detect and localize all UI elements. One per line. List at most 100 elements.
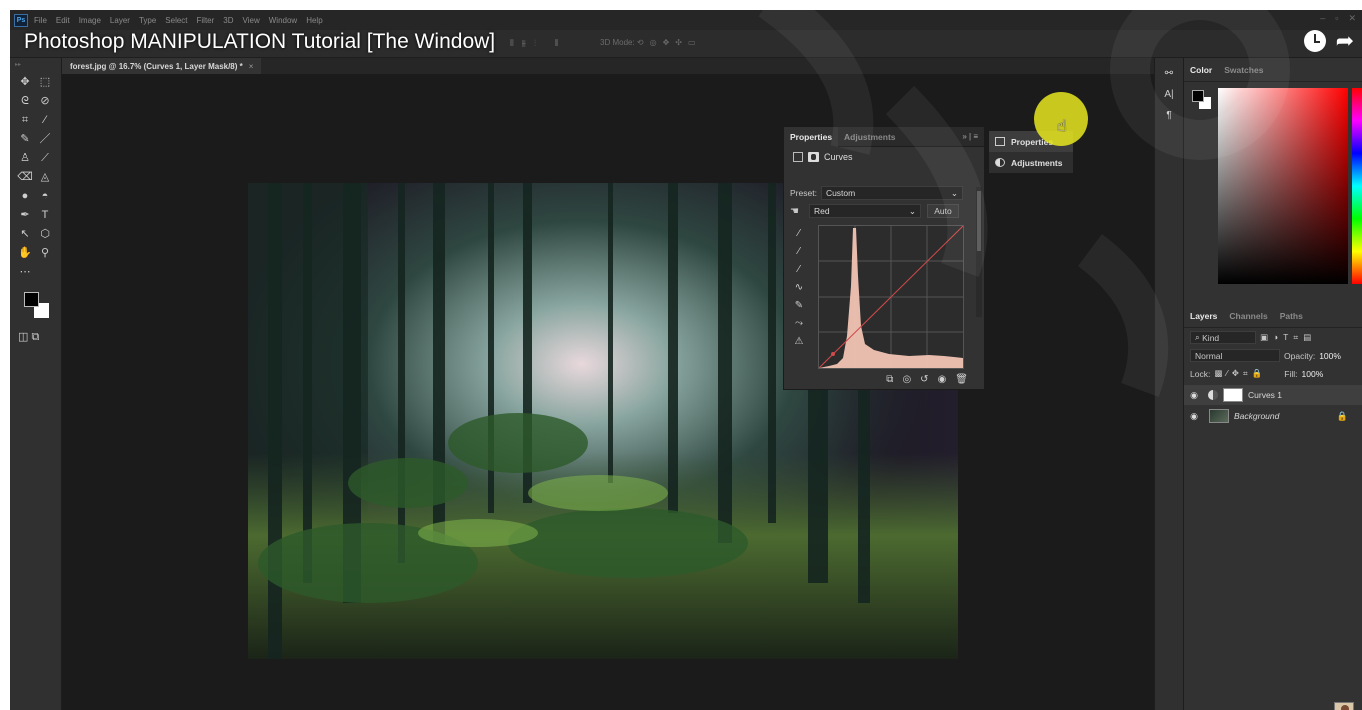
menu-type[interactable]: Type: [139, 16, 156, 25]
auto-button[interactable]: Auto: [926, 204, 959, 218]
share-icon[interactable]: ➦: [1336, 30, 1354, 52]
eye-icon[interactable]: ◉: [1184, 411, 1204, 422]
lock-icon[interactable]: 🔒: [1337, 411, 1348, 422]
preset-select[interactable]: Custom ⌄: [820, 186, 963, 200]
restore-icon[interactable]: ▫: [1335, 13, 1338, 24]
shape-tool-icon[interactable]: ⬡: [36, 228, 54, 241]
menu-image[interactable]: Image: [79, 16, 101, 25]
channel-select[interactable]: Red ⌄: [808, 204, 921, 218]
character-icon[interactable]: A|: [1155, 89, 1183, 100]
clone-stamp-tool-icon[interactable]: ♙: [16, 152, 34, 165]
history-icon[interactable]: ⚯: [1155, 68, 1183, 79]
filter-type-icons[interactable]: ▣◑T⌗▤: [1260, 332, 1316, 343]
visibility-icon[interactable]: ◉: [938, 374, 947, 385]
menu-window[interactable]: Window: [269, 16, 297, 25]
move-tool-icon[interactable]: ✥: [16, 76, 34, 89]
eraser-tool-icon[interactable]: ⌫: [16, 171, 34, 184]
white-point-eyedropper-icon[interactable]: ⁄: [792, 263, 806, 277]
type-tool-icon[interactable]: T: [36, 209, 54, 222]
menu-3d[interactable]: 3D: [223, 16, 233, 25]
target-adjust-icon[interactable]: ☚: [790, 206, 799, 217]
healing-brush-tool-icon[interactable]: ✎: [16, 133, 34, 146]
close-tab-icon[interactable]: ×: [249, 62, 254, 71]
popup-item-adjustments[interactable]: Adjustments: [989, 152, 1073, 173]
tab-adjustments[interactable]: Adjustments: [838, 127, 901, 147]
curves-graph-svg: [818, 225, 964, 369]
tab-paths[interactable]: Paths: [1274, 311, 1309, 321]
fill-value[interactable]: 100%: [1302, 369, 1324, 379]
kind-label: Kind: [1202, 332, 1220, 343]
gray-point-eyedropper-icon[interactable]: ⁄: [792, 245, 806, 259]
minimize-icon[interactable]: –: [1320, 13, 1325, 24]
clipping-warning-icon[interactable]: ⚠: [792, 335, 806, 349]
menu-filter[interactable]: Filter: [197, 16, 215, 25]
document-tab[interactable]: forest.jpg @ 16.7% (Curves 1, Layer Mask…: [62, 58, 262, 74]
more-tools-icon[interactable]: ⋯: [16, 266, 34, 279]
quick-mask-icon[interactable]: ◫ ⧉: [18, 330, 39, 344]
path-selection-tool-icon[interactable]: ↖: [16, 228, 34, 241]
layer-mask-icon[interactable]: [808, 152, 819, 162]
properties-header: Curves: [784, 147, 984, 167]
align-distribute-icons[interactable]: ⫴⫵⫶ ⦀: [510, 38, 567, 49]
panel-menu-icon[interactable]: » | ≡: [962, 132, 978, 141]
curves-adjustment-icon[interactable]: [793, 152, 803, 162]
black-point-eyedropper-icon[interactable]: ⁄: [792, 227, 806, 241]
smooth-curve-icon[interactable]: ⤳: [792, 317, 806, 331]
opacity-value[interactable]: 100%: [1319, 351, 1341, 361]
lasso-tool-icon[interactable]: ᘓ: [16, 95, 34, 108]
layer-mask-thumbnail[interactable]: [1223, 388, 1243, 402]
close-icon[interactable]: ✕: [1348, 13, 1356, 24]
reset-icon[interactable]: ↺: [920, 374, 928, 385]
tab-layers[interactable]: Layers: [1184, 311, 1223, 321]
eye-icon[interactable]: ◉: [1184, 390, 1204, 401]
layer-row-curves[interactable]: ◉ Curves 1: [1184, 385, 1362, 405]
lock-label: Lock:: [1190, 368, 1211, 379]
pencil-draw-icon[interactable]: ✎: [792, 299, 806, 313]
tab-channels[interactable]: Channels: [1223, 311, 1273, 321]
color-picker-field[interactable]: [1218, 88, 1348, 284]
3d-mode-icons[interactable]: ⟲◎✥✣▭: [637, 38, 702, 47]
popup-item-label: Adjustments: [1011, 157, 1063, 168]
tab-swatches[interactable]: Swatches: [1218, 65, 1269, 75]
pen-tool-icon[interactable]: ✒: [16, 209, 34, 222]
layer-kind-select[interactable]: ⌕ Kind: [1190, 331, 1256, 344]
tab-color[interactable]: Color: [1184, 65, 1218, 75]
brush-tool-icon[interactable]: ／: [36, 133, 54, 146]
quick-select-tool-icon[interactable]: ⊘: [36, 95, 54, 108]
menu-layer[interactable]: Layer: [110, 16, 130, 25]
history-brush-tool-icon[interactable]: ⟋: [36, 152, 54, 165]
dodge-tool-icon[interactable]: ◓: [36, 190, 54, 203]
menu-help[interactable]: Help: [306, 16, 322, 25]
menu-select[interactable]: Select: [165, 16, 187, 25]
curve-points-icon[interactable]: ∿: [792, 281, 806, 295]
clip-to-layer-icon[interactable]: ⧉: [886, 374, 893, 385]
view-previous-state-icon[interactable]: ◎: [902, 374, 911, 385]
panel-grip-icon[interactable]: ▸▸: [15, 61, 61, 68]
trash-icon[interactable]: 🗑: [955, 374, 968, 385]
marquee-tool-icon[interactable]: ⬚: [36, 76, 54, 89]
layer-thumbnail[interactable]: [1209, 409, 1229, 423]
curves-graph[interactable]: [818, 225, 964, 369]
color-panel-foreground[interactable]: [1192, 90, 1204, 102]
crop-tool-icon[interactable]: ⌗: [16, 114, 34, 127]
blur-tool-icon[interactable]: ●: [16, 190, 34, 203]
eyedropper-tool-icon[interactable]: ⁄: [36, 114, 54, 127]
hue-slider[interactable]: [1352, 88, 1362, 284]
menu-view[interactable]: View: [243, 16, 260, 25]
menu-file[interactable]: File: [34, 16, 47, 25]
tab-properties[interactable]: Properties: [784, 126, 839, 147]
fill-label: Fill:: [1284, 368, 1298, 379]
zoom-tool-icon[interactable]: ⚲: [36, 247, 54, 260]
hand-tool-icon[interactable]: ✋: [16, 247, 34, 260]
menu-edit[interactable]: Edit: [56, 16, 70, 25]
blend-mode-select[interactable]: Normal: [1190, 349, 1280, 362]
properties-scrollbar[interactable]: [976, 187, 982, 317]
foreground-color-swatch[interactable]: [24, 292, 39, 307]
avatar: [1334, 702, 1354, 710]
paint-bucket-tool-icon[interactable]: ◬: [36, 171, 54, 184]
lock-icons[interactable]: ▩⁄✥⌗🔒: [1214, 368, 1266, 379]
watch-later-icon[interactable]: [1303, 30, 1326, 52]
video-overlay-icons: ➦: [1303, 30, 1354, 52]
layer-row-background[interactable]: ◉ Background 🔒: [1184, 406, 1362, 426]
paragraph-icon[interactable]: ¶: [1155, 110, 1183, 121]
